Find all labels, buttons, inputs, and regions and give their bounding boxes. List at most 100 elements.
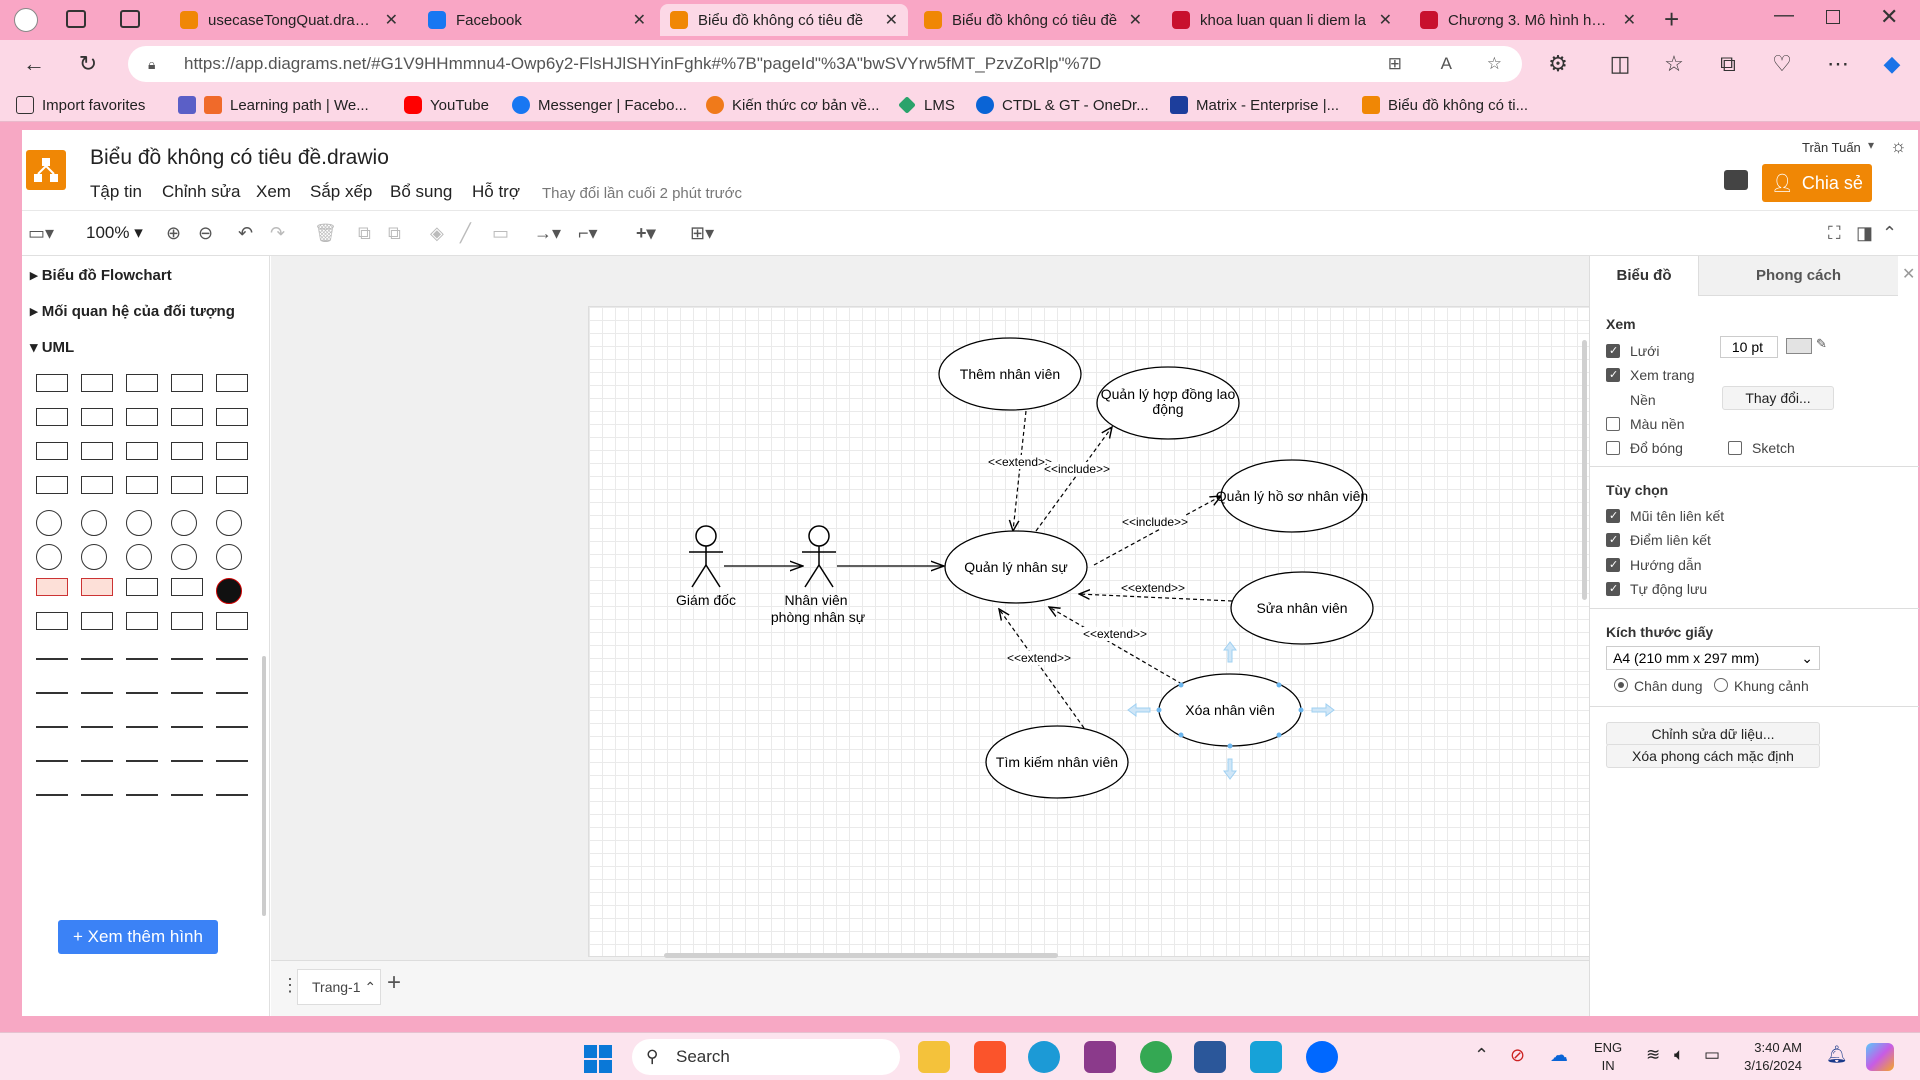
palette-shape[interactable] — [126, 692, 158, 694]
clock[interactable]: 3:40 AM 3/16/2024 — [1742, 1039, 1802, 1075]
palette-shape[interactable] — [81, 408, 113, 426]
to-front-icon[interactable]: ⧉ — [358, 223, 371, 244]
maximize-button[interactable] — [1826, 10, 1840, 24]
tab-diagram[interactable]: Biểu đồ — [1590, 256, 1698, 296]
palette-shape[interactable] — [171, 760, 203, 762]
palette-shape[interactable] — [36, 612, 68, 630]
taskbar-search[interactable]: ⚲ Search — [632, 1039, 900, 1075]
guides-checkbox[interactable] — [1606, 558, 1620, 572]
palette-shape[interactable] — [126, 476, 158, 494]
palette-shape[interactable] — [216, 544, 242, 570]
palette-shape[interactable] — [126, 794, 158, 796]
palette-shape[interactable] — [81, 692, 113, 694]
last-saved-status[interactable]: Thay đổi lần cuối 2 phút trước — [542, 185, 742, 202]
actor-giam-doc[interactable] — [689, 525, 723, 588]
palette-shape[interactable] — [216, 476, 248, 494]
connection-arrows-checkbox[interactable] — [1606, 509, 1620, 523]
user-name[interactable]: Trần Tuấn — [1802, 140, 1861, 155]
bg-color-checkbox[interactable] — [1606, 417, 1620, 431]
palette-shape[interactable] — [171, 726, 203, 728]
palette-shape[interactable] — [36, 510, 62, 536]
browser-tab[interactable]: usecaseTongQuat.drawio ✕ — [170, 4, 408, 36]
sketch-checkbox[interactable] — [1728, 441, 1742, 455]
palette-shape[interactable] — [171, 544, 197, 570]
page-view-checkbox[interactable] — [1606, 368, 1620, 382]
menu-help[interactable]: Hỗ trợ — [472, 182, 520, 202]
more-menu-icon[interactable]: ⋯ — [1824, 50, 1852, 78]
browser-essentials-icon[interactable]: ♡ — [1768, 50, 1796, 78]
zalo-icon[interactable] — [1306, 1041, 1338, 1073]
edit-data-button[interactable]: Chỉnh sửa dữ liệu... — [1606, 722, 1820, 746]
chevron-up-icon[interactable]: ⌃ — [364, 979, 376, 995]
winrar-icon[interactable] — [1084, 1041, 1116, 1073]
edge-icon[interactable] — [1028, 1041, 1060, 1073]
palette-shape[interactable] — [126, 442, 158, 460]
portrait-radio[interactable] — [1614, 678, 1628, 692]
autosave-checkbox[interactable] — [1606, 582, 1620, 596]
workspaces-icon[interactable] — [66, 10, 86, 28]
close-tab-icon[interactable]: ✕ — [1129, 10, 1142, 30]
palette-shape[interactable] — [216, 408, 248, 426]
delete-icon[interactable]: 🗑︎ — [314, 223, 337, 244]
landscape-radio[interactable] — [1714, 678, 1728, 692]
palette-shape[interactable] — [216, 510, 242, 536]
clear-default-style-button[interactable]: Xóa phong cách mặc định — [1606, 744, 1820, 768]
menu-extras[interactable]: Bổ sung — [390, 182, 452, 202]
actor-nhan-vien-phong-nhan-su[interactable] — [802, 525, 836, 588]
vertical-scrollbar[interactable] — [1582, 340, 1587, 600]
pencil-icon[interactable]: ✎ — [1816, 336, 1827, 352]
word-icon[interactable] — [1194, 1041, 1226, 1073]
palette-shape[interactable] — [216, 658, 248, 660]
section-flowchart[interactable]: ▸ Biểu đồ Flowchart — [30, 266, 172, 284]
minimize-button[interactable]: — — [1774, 4, 1794, 27]
close-window-button[interactable]: ✕ — [1880, 4, 1898, 30]
browser-tab[interactable]: Biểu đồ không có tiêu đề ✕ — [914, 4, 1152, 36]
palette-shape[interactable] — [36, 408, 68, 426]
palette-shape[interactable] — [171, 408, 203, 426]
palette-shape[interactable] — [36, 692, 68, 694]
toggle-panel-icon[interactable]: ◨ — [1856, 223, 1873, 244]
extend-timkiem-arrow[interactable] — [999, 609, 1085, 729]
palette-shape[interactable] — [126, 658, 158, 660]
grid-color-swatch[interactable] — [1786, 338, 1812, 354]
to-back-icon[interactable]: ⧉ — [388, 223, 401, 244]
insert-icon[interactable]: +▾ — [636, 223, 656, 244]
section-uml[interactable]: ▾ UML — [30, 338, 74, 356]
close-tab-icon[interactable]: ✕ — [1379, 10, 1392, 30]
palette-shape[interactable] — [81, 794, 113, 796]
favorite-star-icon[interactable]: ☆ — [1487, 46, 1502, 82]
grid-checkbox[interactable] — [1606, 344, 1620, 358]
file-explorer-icon[interactable] — [918, 1041, 950, 1073]
volume-icon[interactable]: 🔈︎ — [1674, 1045, 1684, 1065]
line-color-icon[interactable]: ╱ — [460, 223, 471, 244]
palette-shape[interactable] — [81, 578, 113, 596]
browser-tab[interactable]: khoa luan quan li diem la ✕ — [1162, 4, 1402, 36]
chevron-up-icon[interactable]: ⌃ — [1474, 1045, 1489, 1066]
tab-actions-icon[interactable] — [120, 10, 140, 28]
palette-shape[interactable] — [126, 612, 158, 630]
palette-shape[interactable] — [126, 726, 158, 728]
favorites-icon[interactable]: ☆ — [1660, 50, 1688, 78]
tab-style[interactable]: Phong cách — [1698, 256, 1898, 296]
change-background-button[interactable]: Thay đổi... — [1722, 386, 1834, 410]
palette-shape[interactable] — [171, 612, 203, 630]
palette-shape[interactable] — [126, 578, 158, 596]
bookmark-lms[interactable]: LMS — [898, 94, 955, 116]
split-screen-icon[interactable]: ◫ — [1606, 50, 1634, 78]
diagram-canvas[interactable]: Giám đốc Nhân viên phòng nhân sự <<exten… — [271, 256, 1623, 960]
palette-shape[interactable] — [171, 658, 203, 660]
include-hopdong-arrow[interactable] — [1035, 427, 1112, 532]
redo-icon[interactable]: ↷ — [270, 223, 285, 244]
palette-shape[interactable] — [171, 442, 203, 460]
file-title[interactable]: Biểu đồ không có tiêu đề.drawio — [90, 146, 389, 170]
diagram-page[interactable]: Giám đốc Nhân viên phòng nhân sự <<exten… — [588, 306, 1623, 957]
palette-shape[interactable] — [36, 658, 68, 660]
bookmark-matrix[interactable]: Matrix - Enterprise |... — [1170, 94, 1339, 116]
palette-shape[interactable] — [36, 442, 68, 460]
menu-view[interactable]: Xem — [256, 182, 291, 202]
palette-shape[interactable] — [171, 794, 203, 796]
palette-shape[interactable] — [81, 510, 107, 536]
palette-shape[interactable] — [36, 544, 62, 570]
palette-shape[interactable] — [36, 578, 68, 596]
share-button[interactable]: 👤︎ Chia sẻ — [1762, 164, 1872, 202]
